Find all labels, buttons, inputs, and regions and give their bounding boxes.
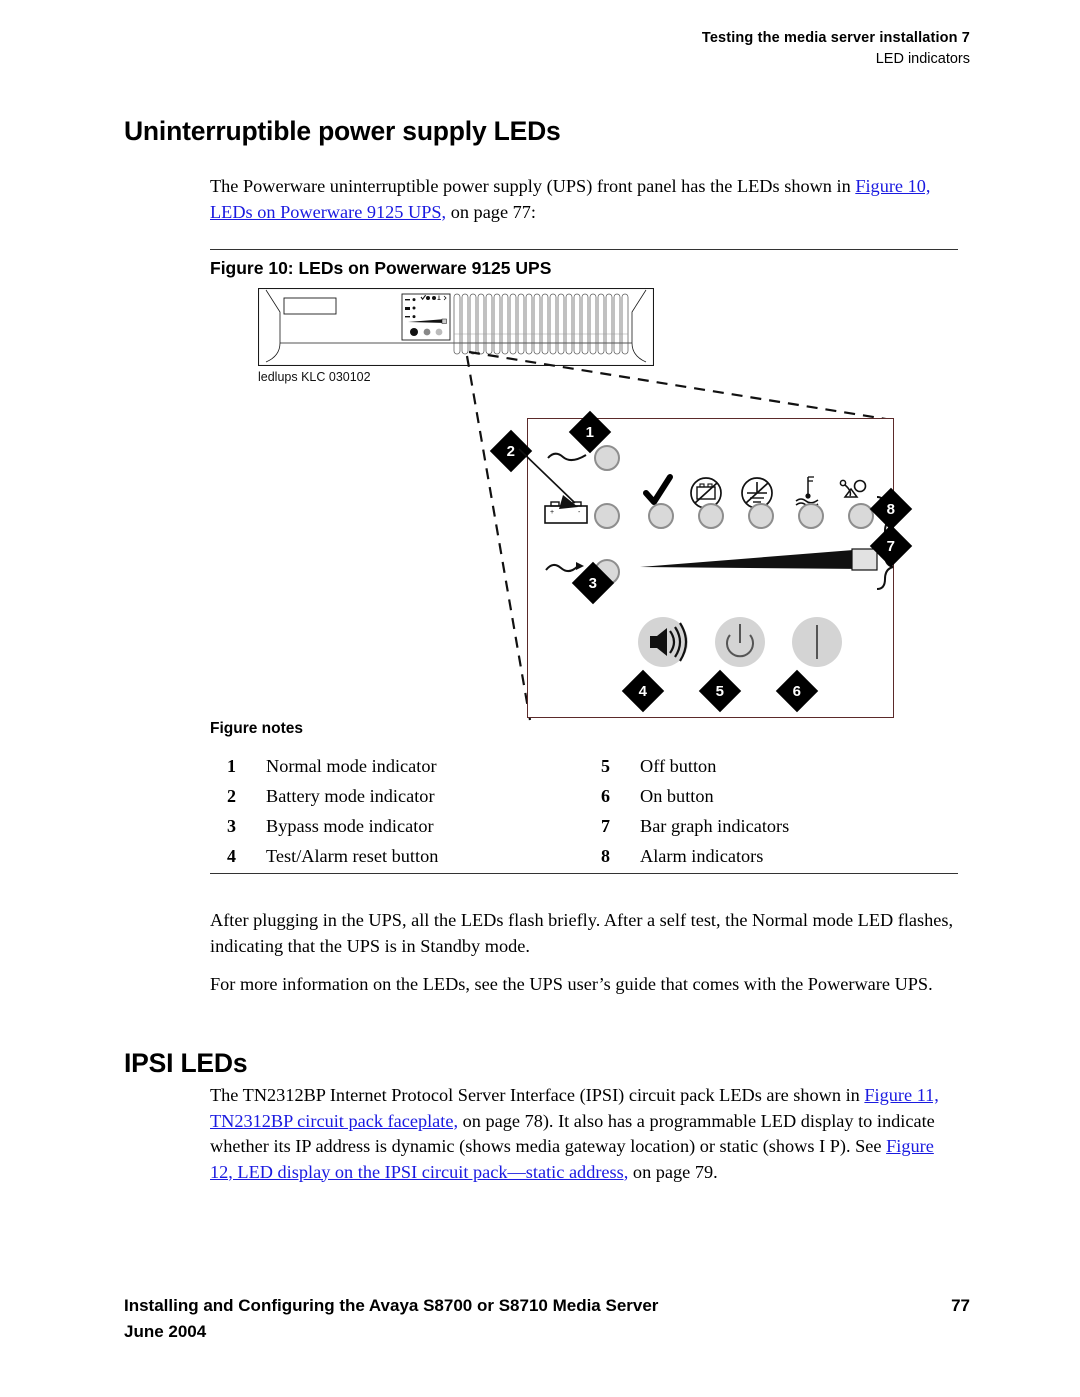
figure-note-number: 3 <box>227 816 236 836</box>
figure-note-text: Bypass mode indicator <box>266 816 434 836</box>
artwork-id-label: ledlups KLC 030102 <box>258 370 371 384</box>
document-page: Testing the media server installation 7 … <box>0 0 1080 1397</box>
off-button[interactable] <box>713 615 767 669</box>
figure-note-number: 1 <box>227 756 236 776</box>
figure-note-row: 1 Normal mode indicator 5 Off button <box>210 756 958 786</box>
callout-2-arrow <box>518 448 578 509</box>
site-wiring-fault-icon <box>795 476 819 508</box>
figure-note-number: 7 <box>601 816 610 836</box>
figure-caption: Figure 10: LEDs on Powerware 9125 UPS <box>210 258 552 278</box>
figure-note-item: 2 Battery mode indicator <box>210 786 584 807</box>
figure-note-text: Off button <box>640 756 717 776</box>
ups-paragraph-after-1: After plugging in the UPS, all the LEDs … <box>210 910 954 956</box>
alarm-led-check <box>648 503 674 529</box>
alarm-led-ac-fault <box>748 503 774 529</box>
figure-note-item: 3 Bypass mode indicator <box>210 816 584 837</box>
figure-note-row: 3 Bypass mode indicator 7 Bar graph indicat… <box>210 816 958 846</box>
running-head: Testing the media server installation 7 … <box>0 30 970 67</box>
alarm-led-battery-fault <box>698 503 724 529</box>
figure-note-text: Bar graph indicators <box>640 816 790 836</box>
ipsi-paragraph: The TN2312BP Internet Protocol Server In… <box>210 1083 958 1185</box>
figure-bottom-rule <box>210 873 958 874</box>
footer-page-number: 77 <box>951 1296 970 1315</box>
alarm-led-site-wiring <box>798 503 824 529</box>
ipsi-text-pre: The TN2312BP Internet Protocol Server In… <box>210 1085 865 1105</box>
footer-date: June 2004 <box>124 1322 207 1341</box>
figure-note-text: On button <box>640 786 714 806</box>
figure-note-number: 8 <box>601 846 610 866</box>
ups-intro-paragraph: The Powerware uninterruptible power supp… <box>210 174 958 225</box>
figure-note-item: 8 Alarm indicators <box>584 846 958 867</box>
test-alarm-reset-button[interactable] <box>636 615 690 669</box>
page-footer: Installing and Configuring the Avaya S87… <box>124 1296 970 1342</box>
figure-note-text: Test/Alarm reset button <box>266 846 439 866</box>
figure-note-item: 4 Test/Alarm reset button <box>210 846 584 867</box>
figure-note-number: 6 <box>601 786 610 806</box>
figure-note-text: Battery mode indicator <box>266 786 435 806</box>
ups-intro-post: on page 77: <box>446 201 536 222</box>
figure-note-row: 4 Test/Alarm reset button 8 Alarm indicator… <box>210 846 958 876</box>
figure-notes-heading: Figure notes <box>210 720 304 737</box>
running-head-chapter: Testing the media server installation 7 <box>701 30 970 46</box>
figure-top-rule <box>210 249 958 250</box>
ipsi-text-post: on page 79. <box>628 1161 718 1182</box>
figure-note-item: 1 Normal mode indicator <box>210 756 584 777</box>
section-heading-ipsi: IPSI LEDs <box>124 1048 248 1078</box>
bar-graph-indicator <box>640 548 878 571</box>
figure-note-item: 7 Bar graph indicators <box>584 816 958 837</box>
figure-note-item: 6 On button <box>584 786 958 807</box>
figure-note-text: Alarm indicators <box>640 846 764 866</box>
figure-note-number: 2 <box>227 786 236 806</box>
figure-note-item: 5 Off button <box>584 756 958 777</box>
on-button[interactable] <box>790 615 844 669</box>
section-heading-ups: Uninterruptible power supply LEDs <box>124 116 561 146</box>
figure-notes-list: 1 Normal mode indicator 5 Off button 2 Batter… <box>210 756 958 876</box>
checkmark-icon <box>643 474 673 505</box>
footer-title: Installing and Configuring the Avaya S87… <box>124 1296 659 1315</box>
ups-intro-pre: The Powerware uninterruptible power supp… <box>210 176 856 196</box>
running-head-topic: LED indicators <box>875 51 970 67</box>
figure-note-row: 2 Battery mode indicator 6 On button <box>210 786 958 816</box>
overload-icon <box>839 479 867 498</box>
ups-paragraph-after-2: For more information on the LEDs, see th… <box>210 974 933 994</box>
figure-note-text: Normal mode indicator <box>266 756 437 776</box>
figure-note-number: 5 <box>601 756 610 776</box>
figure-note-number: 4 <box>227 846 236 866</box>
